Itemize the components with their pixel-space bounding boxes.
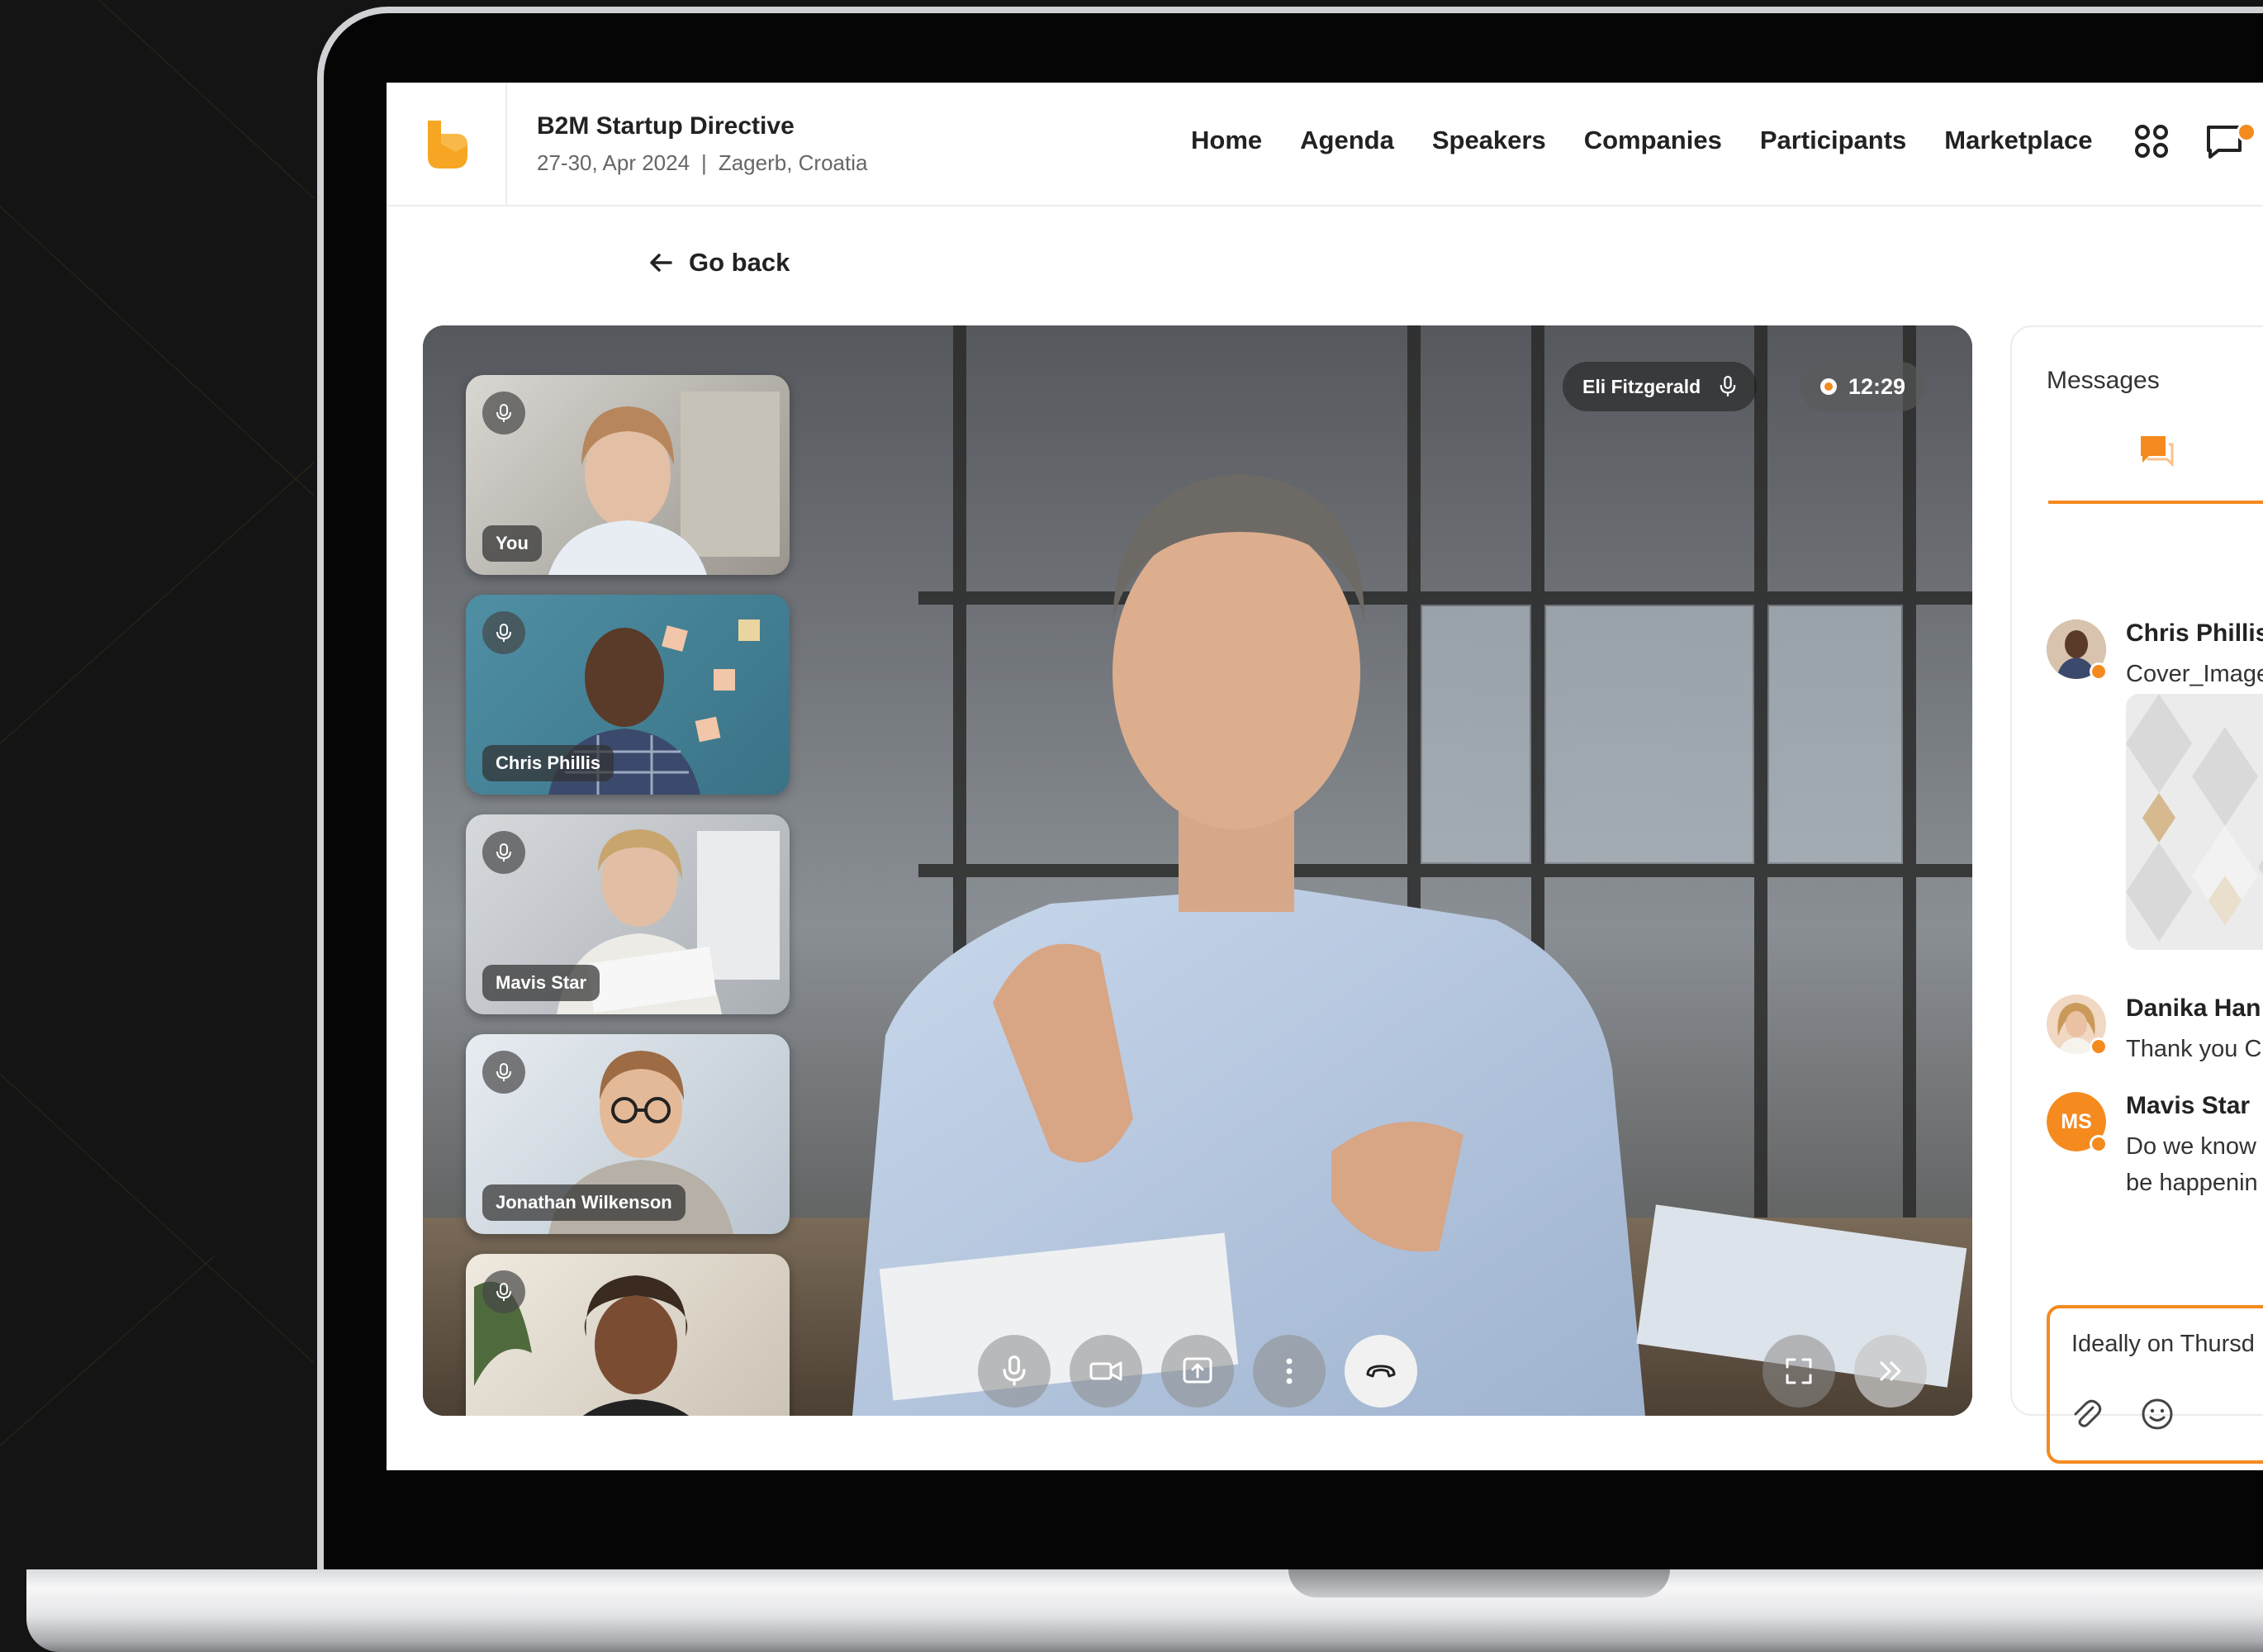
active-speaker-label: Eli Fitzgerald [1563, 362, 1758, 411]
message-text: Do we know be happenin [2126, 1128, 2258, 1201]
participant-name: Chris Phillis [482, 745, 614, 781]
message-item: Danika Han Thank you C [2047, 995, 2263, 1074]
arrow-left-icon [650, 254, 672, 272]
logo-icon [428, 121, 467, 169]
emoji-icon[interactable] [2141, 1398, 2174, 1431]
mic-icon [1003, 1355, 1026, 1386]
mic-icon [496, 624, 511, 642]
app-screen: B2M Startup Directive 27-30, Apr 2024 | Za… [387, 83, 2263, 1470]
participant-tile[interactable]: Chris Phillis [466, 595, 790, 795]
image-attachment[interactable] [2126, 694, 2263, 950]
participant-mic[interactable] [482, 1051, 525, 1094]
message-item: MS Mavis Star Do we know be happenin [2047, 1092, 2263, 1208]
nav-companies[interactable]: Companies [1584, 126, 1722, 155]
message-item: Chris Phillis Cover_Image [2047, 620, 2263, 966]
online-status-dot [2090, 662, 2108, 681]
online-status-dot [2090, 1037, 2108, 1056]
meta-separator: | [701, 150, 707, 175]
event-location: Zagerb, Croatia [718, 150, 868, 175]
mic-icon [1720, 375, 1736, 396]
chat-bubble-icon [2141, 436, 2174, 468]
message-text-line: Do we know [2126, 1133, 2256, 1160]
mic-icon [496, 404, 511, 422]
expand-panel-button[interactable] [1854, 1335, 1927, 1408]
recording-timer: 12:29 [1800, 362, 1926, 411]
participant-name: You [482, 525, 542, 562]
expand-panel-icon [1880, 1361, 1901, 1381]
participant-mic[interactable] [482, 1270, 525, 1313]
message-text: Cover_Image [2126, 661, 2263, 687]
mic-icon [496, 1283, 511, 1301]
end-call-icon [1366, 1365, 1396, 1378]
nav-participants[interactable]: Participants [1760, 126, 1906, 155]
messages-tab[interactable] [2137, 433, 2174, 473]
message-input[interactable] [2070, 1330, 2263, 1359]
more-options-button[interactable] [1253, 1335, 1326, 1408]
nav-speakers[interactable]: Speakers [1432, 126, 1546, 155]
share-screen-icon [1183, 1357, 1212, 1384]
top-header: B2M Startup Directive 27-30, Apr 2024 | Za… [387, 83, 2263, 206]
event-title: B2M Startup Directive [537, 112, 795, 140]
fullscreen-button[interactable] [1762, 1335, 1835, 1408]
participant-name: Jonathan Wilkenson [482, 1184, 686, 1221]
participant-tile[interactable] [466, 1254, 790, 1416]
main-nav: Home Agenda Speakers Companies Participa… [1191, 126, 2093, 155]
mic-icon [496, 843, 511, 862]
more-icon [1286, 1358, 1293, 1384]
attachment-preview [2126, 694, 2263, 950]
active-speaker-name: Eli Fitzgerald [1582, 375, 1701, 397]
record-icon [1820, 378, 1837, 395]
apps-grid-icon[interactable] [2131, 121, 2172, 162]
active-tab-indicator [2048, 501, 2263, 504]
laptop-base [26, 1569, 2263, 1652]
participant-tile[interactable]: Mavis Star [466, 814, 790, 1014]
share-screen-button[interactable] [1161, 1335, 1234, 1408]
message-text: Thank you C [2126, 1036, 2262, 1062]
message-author: Danika Han [2126, 995, 2261, 1022]
participant-mic[interactable] [482, 611, 525, 654]
mic-toggle-button[interactable] [978, 1335, 1051, 1408]
message-text-line: be happenin [2126, 1170, 2258, 1196]
messages-title: Messages [2047, 367, 2160, 394]
participant-tile[interactable]: You [466, 375, 790, 575]
event-dates: 27-30, Apr 2024 [537, 150, 690, 175]
logo[interactable] [387, 83, 507, 205]
fullscreen-icon [1786, 1358, 1812, 1384]
message-author: Chris Phillis [2126, 620, 2263, 647]
go-back-label: Go back [689, 248, 790, 277]
message-composer[interactable] [2047, 1305, 2263, 1464]
online-status-dot [2090, 1135, 2108, 1153]
camera-toggle-button[interactable] [1070, 1335, 1142, 1408]
participant-mic[interactable] [482, 392, 525, 434]
go-back-button[interactable]: Go back [648, 248, 790, 278]
participant-name: Mavis Star [482, 965, 600, 1001]
notification-badge [2237, 122, 2256, 142]
messages-panel: Messages Chris Phillis Cover_Image Danik… [2010, 325, 2263, 1464]
nav-marketplace[interactable]: Marketplace [1944, 126, 2092, 155]
end-call-button[interactable] [1345, 1335, 1417, 1408]
main-video[interactable]: You Chris Phillis Mavis Star Jonathan Wi… [423, 325, 1972, 1416]
message-author: Mavis Star [2126, 1092, 2251, 1119]
event-meta: 27-30, Apr 2024 | Zagerb, Croatia [537, 150, 867, 176]
timer-text: 12:29 [1848, 373, 1906, 399]
nav-agenda[interactable]: Agenda [1300, 126, 1394, 155]
paperclip-icon[interactable] [2070, 1398, 2103, 1431]
nav-home[interactable]: Home [1191, 126, 1262, 155]
camera-icon [1089, 1361, 1122, 1381]
participant-tile[interactable]: Jonathan Wilkenson [466, 1034, 790, 1234]
participant-mic[interactable] [482, 831, 525, 874]
laptop-notch [1288, 1569, 1670, 1597]
mic-icon [496, 1063, 511, 1081]
